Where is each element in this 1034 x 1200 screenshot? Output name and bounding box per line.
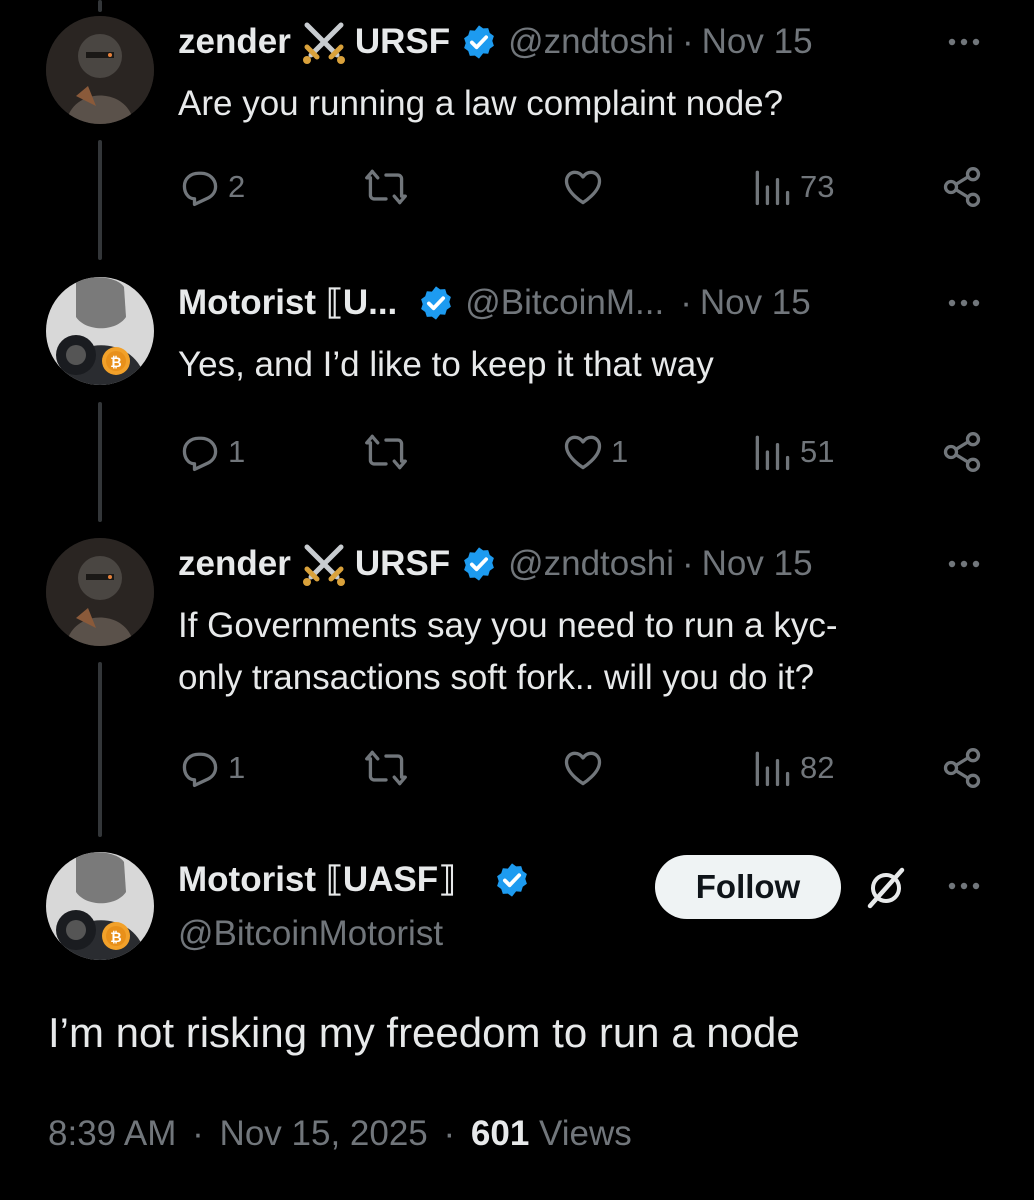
reply-button[interactable]: 1 xyxy=(178,427,245,477)
thread-line xyxy=(98,0,102,12)
more-options-icon[interactable] xyxy=(944,544,984,584)
reply-icon xyxy=(182,752,218,788)
separator: · xyxy=(682,544,694,583)
separator: · xyxy=(680,283,692,322)
reply-header: zender URSF @zndtoshi · Nov 15 xyxy=(178,538,813,590)
display-name[interactable]: Motorist ⟦U... xyxy=(178,283,397,323)
avatar[interactable] xyxy=(46,16,154,124)
display-name-suffix[interactable]: URSF xyxy=(355,22,450,62)
avatar[interactable]: ₿ xyxy=(46,852,154,960)
like-button[interactable] xyxy=(561,743,611,793)
action-bar: 1 82 xyxy=(178,743,988,793)
views-count: 51 xyxy=(800,434,835,469)
share-button[interactable] xyxy=(940,427,984,477)
like-button[interactable] xyxy=(561,162,611,212)
verified-badge-icon xyxy=(493,861,531,899)
thread-line xyxy=(98,140,102,260)
separator: · xyxy=(192,1114,204,1153)
action-bar: 1 1 51 xyxy=(178,427,988,477)
repost-icon xyxy=(365,750,407,786)
repost-button[interactable] xyxy=(364,743,414,793)
display-name[interactable]: Motorist ⟦UASF⟧ xyxy=(178,860,455,900)
svg-text:₿: ₿ xyxy=(110,354,121,370)
post-metadata: 8:39 AM · Nov 15, 2025 · 601 Views xyxy=(48,1114,632,1154)
reply-text: If Governments say you need to run a kyc… xyxy=(178,600,968,704)
views-button[interactable]: 82 xyxy=(750,743,834,793)
reply-text-line: only transactions soft fork.. will you d… xyxy=(178,658,815,697)
views-count: 601 xyxy=(470,1114,530,1153)
views-button[interactable]: 51 xyxy=(750,427,834,477)
main-post-handle-row: @BitcoinMotorist xyxy=(178,908,443,960)
share-button[interactable] xyxy=(940,743,984,793)
verified-badge-icon xyxy=(460,23,498,61)
reply-text-line: If Governments say you need to run a kyc… xyxy=(178,606,838,645)
heart-icon xyxy=(564,435,602,470)
views-label: Views xyxy=(539,1114,632,1153)
post-date[interactable]: Nov 15, 2025 xyxy=(220,1114,428,1153)
action-bar: 2 73 xyxy=(178,162,988,212)
share-button[interactable] xyxy=(940,162,984,212)
display-name[interactable]: zender xyxy=(178,22,291,62)
share-icon xyxy=(943,432,981,472)
post-date[interactable]: Nov 15 xyxy=(700,283,811,323)
more-options-icon[interactable] xyxy=(944,866,984,906)
views-chart-icon xyxy=(755,170,790,206)
handle[interactable]: @BitcoinMotorist xyxy=(178,914,443,954)
post-date[interactable]: Nov 15 xyxy=(702,22,813,62)
repost-icon xyxy=(365,169,407,205)
reply-text: Are you running a law complaint node? xyxy=(178,84,784,123)
reply-icon xyxy=(182,436,218,472)
post-date[interactable]: Nov 15 xyxy=(702,544,813,584)
share-icon xyxy=(943,748,981,788)
views-count: 82 xyxy=(800,750,835,785)
views-chart-icon xyxy=(755,435,790,471)
reply-button[interactable]: 1 xyxy=(178,743,245,793)
reply-count: 1 xyxy=(228,434,246,469)
reply-text: Yes, and I’d like to keep it that way xyxy=(178,345,714,384)
reply-button[interactable]: 2 xyxy=(178,162,245,212)
repost-button[interactable] xyxy=(364,162,414,212)
views-count: 73 xyxy=(800,169,835,204)
thread-line xyxy=(98,402,102,522)
svg-text:₿: ₿ xyxy=(110,929,121,945)
display-name[interactable]: zender xyxy=(178,544,291,584)
swords-icon xyxy=(301,19,347,65)
reply-icon xyxy=(182,171,218,207)
grok-icon[interactable] xyxy=(862,864,910,912)
share-icon xyxy=(943,167,981,207)
views-button[interactable]: 73 xyxy=(750,162,834,212)
like-button[interactable]: 1 xyxy=(561,427,628,477)
display-name-suffix[interactable]: URSF xyxy=(355,544,450,584)
reply-header: Motorist ⟦U... @BitcoinM... · Nov 15 xyxy=(178,277,811,329)
reply-count: 2 xyxy=(228,169,246,204)
thread-line xyxy=(98,662,102,837)
views-chart-icon xyxy=(755,751,790,787)
separator: · xyxy=(682,22,694,61)
avatar[interactable] xyxy=(46,538,154,646)
repost-icon xyxy=(365,434,407,470)
like-count: 1 xyxy=(611,434,629,469)
reply-count: 1 xyxy=(228,750,246,785)
handle[interactable]: @zndtoshi xyxy=(508,544,674,584)
handle[interactable]: @zndtoshi xyxy=(508,22,674,62)
swords-icon xyxy=(301,541,347,587)
main-post-text: I’m not risking my freedom to run a node xyxy=(48,1009,800,1056)
more-options-icon[interactable] xyxy=(944,283,984,323)
main-post-header: Motorist ⟦UASF⟧ xyxy=(178,854,541,906)
repost-button[interactable] xyxy=(364,427,414,477)
post-time[interactable]: 8:39 AM xyxy=(48,1114,176,1153)
verified-badge-icon xyxy=(460,545,498,583)
separator: · xyxy=(443,1114,456,1153)
handle[interactable]: @BitcoinM... xyxy=(465,283,664,323)
avatar[interactable]: ₿ xyxy=(46,277,154,385)
heart-icon xyxy=(564,751,602,786)
more-options-icon[interactable] xyxy=(944,22,984,62)
reply-header: zender URSF @zndtoshi · Nov 15 xyxy=(178,16,813,68)
heart-icon xyxy=(564,170,602,205)
verified-badge-icon xyxy=(417,284,455,322)
follow-button[interactable]: Follow xyxy=(655,855,841,919)
